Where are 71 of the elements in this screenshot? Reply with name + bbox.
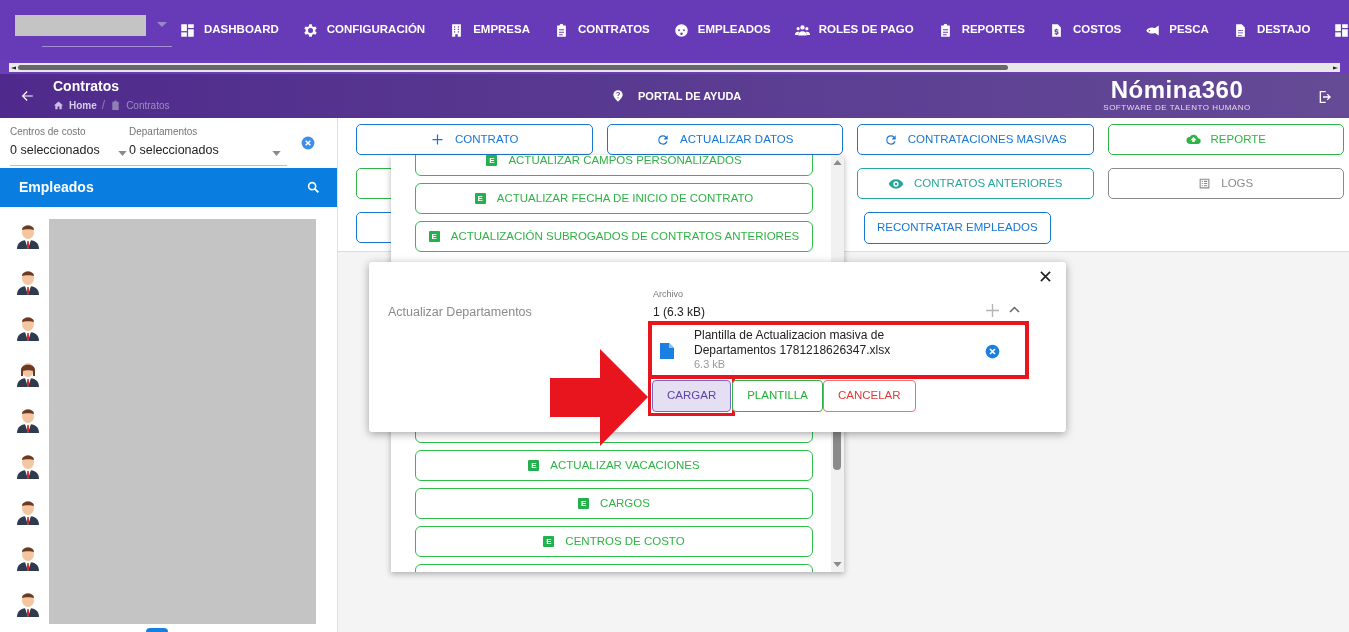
toolbar-button[interactable]: RECONTRATAR EMPLEADOS	[864, 212, 1051, 244]
nav-item[interactable]: REPORTES	[937, 21, 1025, 39]
excel-badge-icon: E	[474, 193, 486, 204]
search-icon[interactable]	[307, 181, 320, 194]
logo-tagline: SOFTWARE DE TALENTO HUMANO	[1103, 103, 1251, 113]
file-size: 6.3 kB	[694, 358, 727, 371]
remove-icon[interactable]	[985, 344, 1000, 359]
caret-icon[interactable]	[118, 151, 127, 156]
logout-icon[interactable]	[1317, 89, 1333, 105]
help-icon	[611, 89, 625, 104]
excel-badge-icon: E	[486, 155, 498, 166]
dashboard-icon	[180, 22, 195, 38]
refresh-icon	[656, 132, 671, 147]
nav-item[interactable]: DESTAJO	[1232, 21, 1311, 39]
home-icon	[53, 99, 64, 111]
caret-icon	[157, 22, 167, 27]
toolbar-button[interactable]: CONTRATACIONES MASIVAS	[857, 124, 1094, 155]
cloud-upload-icon	[1185, 132, 1201, 147]
clipboard-icon	[554, 22, 569, 38]
people-icon	[794, 22, 810, 38]
dashboard-icon[interactable]	[1334, 22, 1349, 38]
nav-item[interactable]: PESCA	[1145, 21, 1209, 39]
field-label: Archivo	[653, 288, 683, 301]
scroll-left-icon[interactable]	[11, 64, 16, 71]
filter-select[interactable]: Centros de costo 0 seleccionados	[10, 126, 129, 166]
toolbar-button[interactable]: CONTRATO	[356, 124, 593, 155]
breadcrumb-link[interactable]: Home	[69, 97, 97, 113]
dialog-button[interactable]: CANCELAR	[822, 380, 916, 412]
list-icon	[1198, 177, 1212, 190]
toolbar-button[interactable]: ACTUALIZAR DATOS	[606, 124, 843, 155]
nav-item[interactable]: ROLES DE PAGO	[794, 21, 914, 39]
toolbar-button[interactable]: CONTRATOS ANTERIORES	[857, 168, 1094, 199]
chevron-up-icon[interactable]	[1009, 306, 1020, 313]
refresh-icon	[883, 132, 898, 147]
file-icon	[660, 343, 674, 359]
logo-text: Nómina360	[1110, 76, 1244, 103]
dialog-label: Actualizar Departamentos	[388, 304, 532, 321]
caret-icon[interactable]	[272, 151, 281, 156]
clear-icon[interactable]	[301, 136, 315, 150]
page-title: Contratos	[53, 78, 121, 94]
scroll-down-icon[interactable]	[833, 562, 842, 567]
face-icon	[673, 22, 689, 38]
nav-item[interactable]: EMPRESA	[449, 21, 530, 39]
close-icon[interactable]	[1040, 271, 1051, 282]
nav-item[interactable]: DASHBOARD	[180, 21, 279, 39]
toolbar-button[interactable]: LOGS	[1107, 168, 1344, 199]
panel-title: Empleados	[19, 178, 94, 197]
plus-icon	[430, 132, 445, 147]
file-name: Plantilla de Actualizacion masiva de Departamentos 1781218626347.xlsx	[694, 328, 892, 358]
clipboard-icon	[110, 99, 122, 111]
nav-item[interactable]: CONTRATOS	[554, 21, 650, 39]
scroll-up-icon[interactable]	[833, 160, 842, 165]
help-portal-link[interactable]: PORTAL DE AYUDA	[611, 88, 742, 105]
scroll-right-icon[interactable]	[1333, 64, 1338, 71]
file-count: 1 (6.3 kB)	[653, 304, 706, 321]
filter-select[interactable]: Departamentos 0 seleccionados	[129, 126, 287, 166]
company-select[interactable]	[14, 13, 172, 47]
nav-item[interactable]: COSTOS	[1048, 21, 1122, 39]
horizontal-scrollbar[interactable]	[9, 63, 1340, 72]
nav-item[interactable]: CONFIGURACIÓN	[302, 21, 426, 39]
dialog-button[interactable]: CARGAR	[652, 380, 732, 412]
excel-badge-icon: E	[528, 460, 540, 471]
dialog-button[interactable]: PLANTILLA	[732, 380, 823, 412]
gear-icon	[302, 22, 318, 38]
excel-badge-icon: E	[578, 498, 590, 509]
excel-badge-icon: E	[428, 231, 440, 242]
excel-badge-icon: E	[543, 536, 555, 547]
breadcrumb-separator: /	[101, 97, 106, 114]
breadcrumb-current: Contratos	[126, 98, 170, 113]
back-arrow-icon[interactable]	[20, 89, 34, 103]
nav-item[interactable]: EMPLEADOS	[673, 21, 771, 39]
